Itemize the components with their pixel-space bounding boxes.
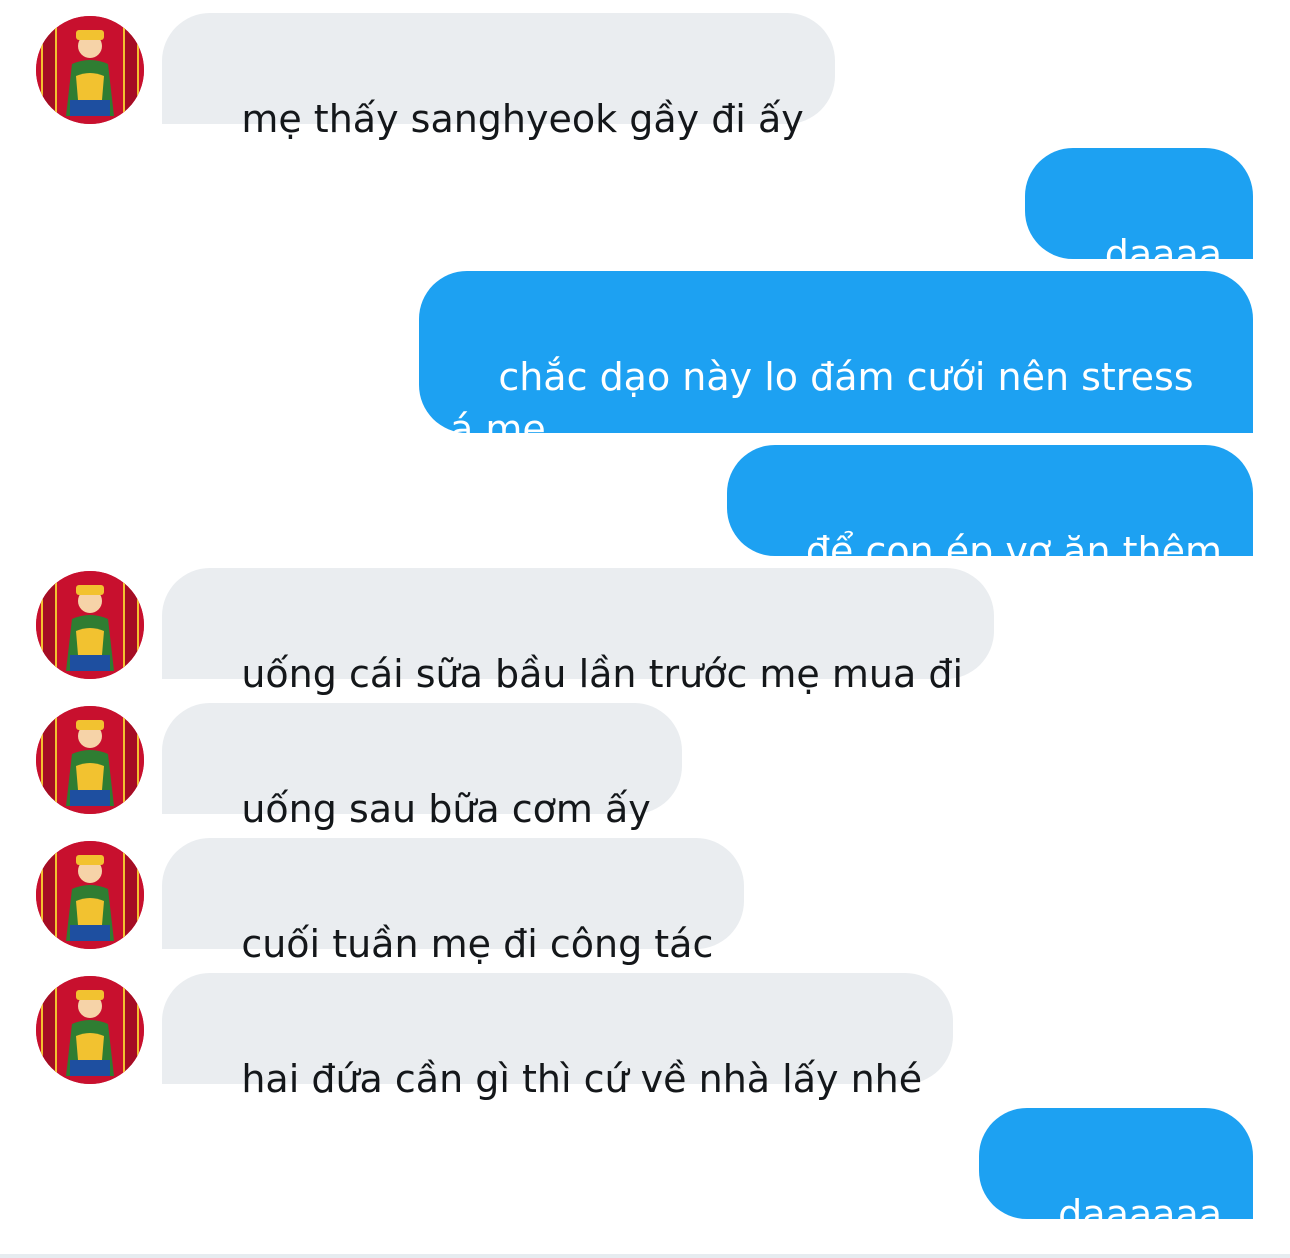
sender-avatar-icon[interactable] [36, 706, 144, 814]
god-of-wealth-avatar-icon [36, 16, 144, 124]
message-text: uống cái sữa bầu lần trước mẹ mua đi [241, 652, 964, 696]
incoming-message-bubble[interactable]: cuối tuần mẹ đi công tác [162, 838, 745, 966]
message-text: dạaaa [1104, 232, 1222, 276]
divider [0, 1254, 1290, 1258]
god-of-wealth-avatar-icon [36, 571, 144, 679]
message-thread: mẹ thấy sanghyeok gầy đi ấy dạaaa chắc d… [0, 0, 1290, 1258]
sender-avatar-icon[interactable] [36, 571, 144, 679]
sender-avatar-icon[interactable] [36, 976, 144, 1084]
god-of-wealth-avatar-icon [36, 976, 144, 1084]
message-text: uống sau bữa cơm ấy [241, 787, 651, 831]
incoming-message-bubble[interactable]: uống cái sữa bầu lần trước mẹ mua đi [162, 568, 995, 696]
incoming-message-bubble[interactable]: mẹ thấy sanghyeok gầy đi ấy [162, 13, 835, 141]
message-text: mẹ thấy sanghyeok gầy đi ấy [241, 97, 804, 141]
outgoing-message-bubble[interactable]: dạaaa [1025, 148, 1253, 276]
sender-avatar-icon[interactable] [36, 16, 144, 124]
incoming-message-bubble[interactable]: uống sau bữa cơm ấy [162, 703, 682, 831]
outgoing-message-bubble[interactable]: để con ép vợ ăn thêm [726, 445, 1253, 573]
message-text: dạaaaaa [1058, 1192, 1222, 1236]
incoming-message-bubble[interactable]: hai đứa cần gì thì cứ về nhà lấy nhé [162, 973, 954, 1101]
message-text: chắc dạo này lo đám cưới nên stress á mẹ [450, 355, 1206, 451]
sender-avatar-icon[interactable] [36, 841, 144, 949]
god-of-wealth-avatar-icon [36, 841, 144, 949]
outgoing-message-bubble[interactable]: chắc dạo này lo đám cưới nên stress á mẹ [419, 271, 1253, 451]
message-text: để con ép vợ ăn thêm [805, 529, 1222, 573]
outgoing-message-bubble[interactable]: dạaaaaa [978, 1108, 1253, 1236]
message-text: cuối tuần mẹ đi công tác [241, 922, 714, 966]
message-text: hai đứa cần gì thì cứ về nhà lấy nhé [241, 1057, 923, 1101]
god-of-wealth-avatar-icon [36, 706, 144, 814]
